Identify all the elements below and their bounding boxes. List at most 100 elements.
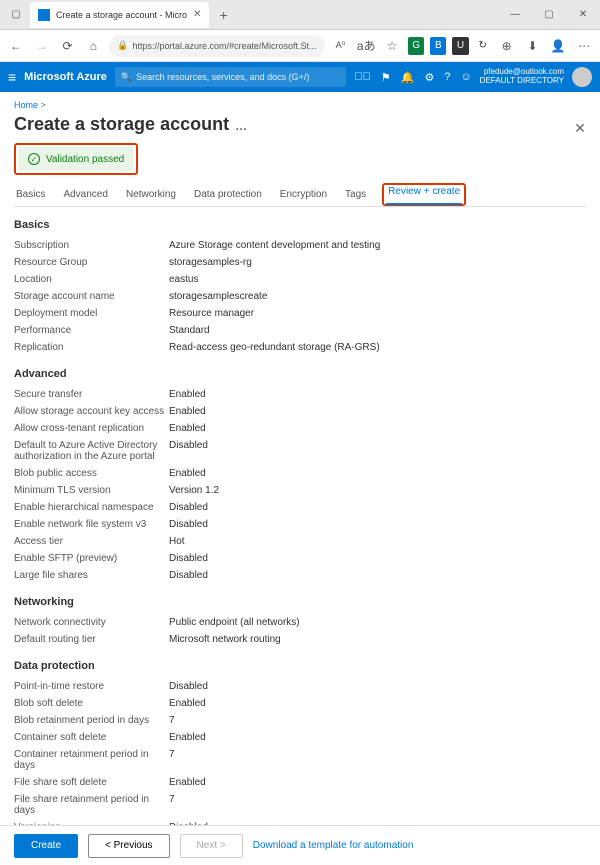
forward-button[interactable]: →	[32, 35, 52, 57]
translate-icon[interactable]: aあ	[356, 35, 376, 57]
row-value: 7	[169, 749, 175, 771]
tab-strip-icon[interactable]: ▢	[6, 9, 26, 20]
tab-advanced[interactable]: Advanced	[61, 183, 109, 206]
next-button: Next >	[180, 834, 243, 858]
row-label: Allow storage account key access	[14, 406, 169, 417]
azure-search-input[interactable]	[136, 72, 340, 82]
feedback-icon[interactable]: ☺	[460, 71, 471, 83]
avatar[interactable]	[572, 67, 592, 87]
azure-search[interactable]: 🔍	[115, 67, 346, 87]
ext-icon-3[interactable]: U	[452, 37, 468, 55]
row-label: Large file shares	[14, 570, 169, 581]
favorite-icon[interactable]: ☆	[382, 35, 402, 57]
tab-data-protection[interactable]: Data protection	[192, 183, 264, 206]
download-template-link[interactable]: Download a template for automation	[253, 840, 414, 851]
help-icon[interactable]: ?	[444, 71, 450, 83]
summary-row: Deployment modelResource manager	[14, 305, 586, 322]
row-label: Access tier	[14, 536, 169, 547]
summary-row: Allow cross-tenant replicationEnabled	[14, 420, 586, 437]
row-value: Standard	[169, 325, 210, 336]
summary-row: SubscriptionAzure Storage content develo…	[14, 237, 586, 254]
summary-row: Storage account namestoragesamplescreate	[14, 288, 586, 305]
row-label: Default routing tier	[14, 634, 169, 645]
menu-icon[interactable]: ⋯	[574, 35, 594, 57]
collections-icon[interactable]: ⊕	[497, 35, 517, 57]
summary-row: Secure transferEnabled	[14, 386, 586, 403]
summary-row: Enable hierarchical namespaceDisabled	[14, 499, 586, 516]
page-title: Create a storage account…	[14, 114, 574, 135]
refresh-button[interactable]: ⟳	[58, 35, 78, 57]
section-advanced: Advanced	[14, 368, 586, 380]
row-label: Blob soft delete	[14, 698, 169, 709]
more-icon[interactable]: …	[235, 119, 247, 133]
new-tab-button[interactable]: +	[213, 7, 233, 23]
tab-basics[interactable]: Basics	[14, 183, 47, 206]
row-value: 7	[169, 715, 175, 726]
summary-row: File share soft deleteEnabled	[14, 774, 586, 791]
summary-row: Default routing tierMicrosoft network ro…	[14, 631, 586, 648]
back-button[interactable]: ←	[6, 35, 26, 57]
summary-row: Minimum TLS versionVersion 1.2	[14, 482, 586, 499]
summary-row: Blob soft deleteEnabled	[14, 695, 586, 712]
summary-row: Container retainment period in days7	[14, 746, 586, 774]
row-label: Secure transfer	[14, 389, 169, 400]
row-value: Disabled	[169, 502, 208, 513]
row-label: Replication	[14, 342, 169, 353]
row-label: Location	[14, 274, 169, 285]
close-blade-icon[interactable]: ✕	[574, 120, 586, 137]
row-label: Resource Group	[14, 257, 169, 268]
row-value: Enabled	[169, 698, 206, 709]
row-label: Minimum TLS version	[14, 485, 169, 496]
previous-button[interactable]: < Previous	[88, 834, 170, 858]
settings-icon[interactable]: ⚙	[424, 71, 434, 84]
row-value: Hot	[169, 536, 185, 547]
ext-icon-2[interactable]: B	[430, 37, 446, 55]
ext-icon-1[interactable]: G	[408, 37, 424, 55]
summary-row: File share retainment period in days7	[14, 791, 586, 819]
url-field[interactable]: 🔒 https://portal.azure.com/#create/Micro…	[109, 35, 324, 57]
account-block[interactable]: pfedude@outlook.com DEFAULT DIRECTORY	[480, 68, 564, 86]
browser-tab[interactable]: Create a storage account - Micro ✕	[30, 2, 209, 28]
summary-row: Access tierHot	[14, 533, 586, 550]
row-value: Disabled	[169, 519, 208, 530]
row-label: Network connectivity	[14, 617, 169, 628]
row-value: Version 1.2	[169, 485, 219, 496]
minimize-button[interactable]: —	[498, 0, 532, 30]
row-label: Storage account name	[14, 291, 169, 302]
close-window-button[interactable]: ✕	[566, 0, 600, 30]
summary-row: ReplicationRead-access geo-redundant sto…	[14, 339, 586, 356]
tab-tags[interactable]: Tags	[343, 183, 368, 206]
ext-icon-4[interactable]: ↻	[475, 37, 491, 55]
tab-encryption[interactable]: Encryption	[278, 183, 329, 206]
validation-banner: ✓ Validation passed	[18, 147, 134, 171]
row-value: Public endpoint (all networks)	[169, 617, 300, 628]
browser-tab-title: Create a storage account - Micro	[56, 10, 187, 20]
row-value: Disabled	[169, 553, 208, 564]
account-directory: DEFAULT DIRECTORY	[480, 77, 564, 86]
directory-icon[interactable]: ⚑	[381, 71, 391, 84]
profile-icon[interactable]: 👤	[548, 35, 568, 57]
tab-networking[interactable]: Networking	[124, 183, 178, 206]
home-button[interactable]: ⌂	[83, 35, 103, 57]
summary-row: Allow storage account key accessEnabled	[14, 403, 586, 420]
row-value: 7	[169, 794, 175, 816]
row-label: Point-in-time restore	[14, 681, 169, 692]
hamburger-icon[interactable]: ≡	[8, 69, 16, 85]
row-value: storagesamples-rg	[169, 257, 252, 268]
create-button[interactable]: Create	[14, 834, 78, 858]
maximize-button[interactable]: ▢	[532, 0, 566, 30]
row-value: Resource manager	[169, 308, 254, 319]
close-tab-icon[interactable]: ✕	[193, 9, 201, 20]
search-icon: 🔍	[121, 72, 132, 83]
notifications-icon[interactable]: 🔔	[401, 71, 415, 84]
breadcrumb-home[interactable]: Home	[14, 100, 38, 110]
reader-icon[interactable]: A⁰	[331, 35, 351, 57]
row-value: Read-access geo-redundant storage (RA-GR…	[169, 342, 380, 353]
row-value: Disabled	[169, 440, 208, 462]
favicon-icon	[38, 9, 50, 21]
summary-row: Container soft deleteEnabled	[14, 729, 586, 746]
download-icon[interactable]: ⬇	[523, 35, 543, 57]
azure-brand[interactable]: Microsoft Azure	[24, 71, 107, 83]
cloudshell-icon[interactable]: ▸⃞	[354, 71, 371, 83]
row-label: File share soft delete	[14, 777, 169, 788]
